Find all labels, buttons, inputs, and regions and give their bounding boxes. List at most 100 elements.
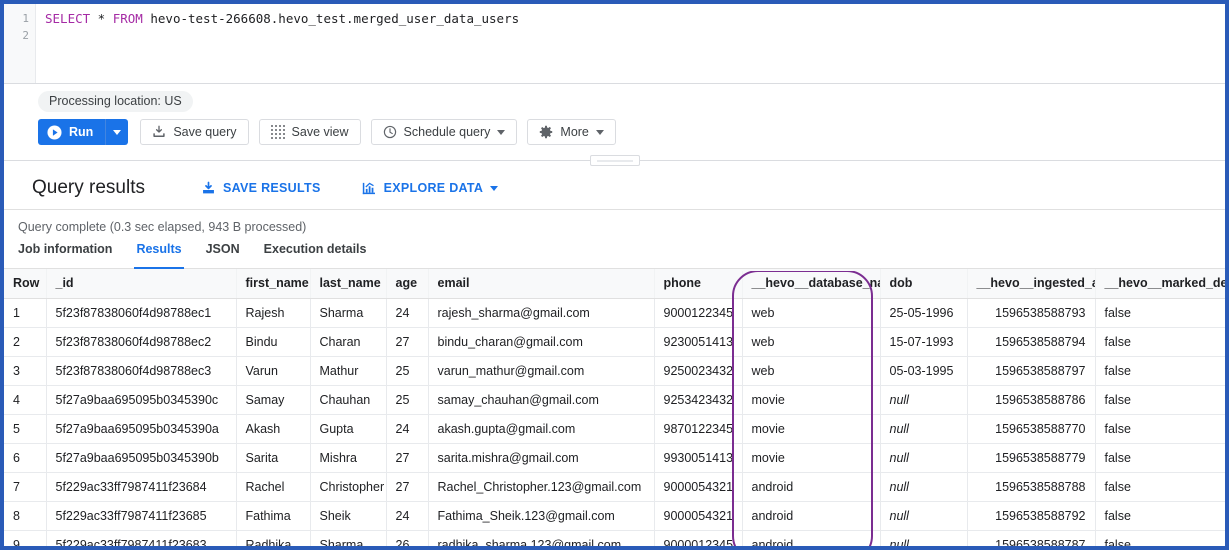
download-icon bbox=[152, 125, 166, 139]
table-row[interactable]: 4 5f27a9baa695095b0345390c Samay Chauhan 25 s… bbox=[4, 385, 1225, 415]
cell-dob: null bbox=[880, 385, 968, 415]
page-title: Query results bbox=[32, 177, 145, 198]
run-button-group: Run bbox=[38, 119, 129, 145]
more-button[interactable]: More bbox=[527, 119, 616, 145]
cell-phone: 9000054321 bbox=[654, 501, 743, 531]
toolbar-button-row: Run Save query Save view Schedule query … bbox=[38, 119, 1225, 145]
run-dropdown-button[interactable] bbox=[105, 119, 129, 145]
sql-query-text[interactable]: SELECT * FROM hevo-test-266608.hevo_test… bbox=[36, 4, 1225, 83]
cell-age: 24 bbox=[386, 414, 429, 444]
cell-email: akash.gupta@gmail.com bbox=[428, 414, 655, 444]
column-header-age[interactable]: age bbox=[386, 269, 429, 299]
cell-email: radhika_sharma.123@gmail.com bbox=[428, 530, 655, 546]
cell-age: 27 bbox=[386, 472, 429, 502]
cell-dob: 05-03-1995 bbox=[880, 356, 968, 386]
column-header-hevo-ingested-at[interactable]: __hevo__ingested_at bbox=[967, 269, 1096, 299]
column-header-dob[interactable]: dob bbox=[880, 269, 968, 299]
cell-phone: 9253423432 bbox=[654, 385, 743, 415]
cell-hevo-ingested-at: 1596538588788 bbox=[967, 472, 1096, 502]
cell-email: bindu_charan@gmail.com bbox=[428, 327, 655, 357]
cell-email: varun_mathur@gmail.com bbox=[428, 356, 655, 386]
cell-age: 26 bbox=[386, 530, 429, 546]
table-row[interactable]: 6 5f27a9baa695095b0345390b Sarita Mishra 27 s… bbox=[4, 443, 1225, 473]
save-query-label: Save query bbox=[173, 125, 237, 139]
cell-email: samay_chauhan@gmail.com bbox=[428, 385, 655, 415]
chevron-down-icon bbox=[490, 185, 499, 191]
column-header-id[interactable]: _id bbox=[46, 269, 237, 299]
tab-results[interactable]: Results bbox=[134, 242, 184, 269]
cell-first-name: Rachel bbox=[236, 472, 311, 502]
results-table: Row _id first_name last_name age email p… bbox=[4, 269, 1225, 546]
save-view-button[interactable]: Save view bbox=[258, 119, 361, 145]
cell-hevo-marked-deleted: false bbox=[1095, 356, 1225, 386]
cell-age: 24 bbox=[386, 501, 429, 531]
cell-hevo-database-name: android bbox=[742, 472, 881, 502]
cell-dob: 15-07-1993 bbox=[880, 327, 968, 357]
explore-data-button[interactable]: EXPLORE DATA bbox=[361, 181, 499, 196]
dot-grid-icon bbox=[270, 125, 285, 139]
cell-phone: 9000012345 bbox=[654, 530, 743, 546]
cell-hevo-marked-deleted: false bbox=[1095, 385, 1225, 415]
table-row[interactable]: 8 5f229ac33ff7987411f23685 Fathima Sheik 24 F… bbox=[4, 501, 1225, 531]
cell-hevo-database-name: web bbox=[742, 356, 881, 386]
schedule-query-button[interactable]: Schedule query bbox=[370, 119, 518, 145]
column-header-last-name[interactable]: last_name bbox=[310, 269, 387, 299]
tab-json[interactable]: JSON bbox=[206, 242, 240, 268]
sql-editor[interactable]: 1 2 SELECT * FROM hevo-test-266608.hevo_… bbox=[4, 4, 1225, 84]
table-row[interactable]: 1 5f23f87838060f4d98788ec1 Rajesh Sharma 24 r… bbox=[4, 298, 1225, 328]
cell-hevo-ingested-at: 1596538588797 bbox=[967, 356, 1096, 386]
cell-first-name: Sarita bbox=[236, 443, 311, 473]
gear-icon bbox=[539, 125, 553, 139]
cell-first-name: Varun bbox=[236, 356, 311, 386]
save-query-button[interactable]: Save query bbox=[140, 119, 249, 145]
cell-phone: 9930051413 bbox=[654, 443, 743, 473]
explore-data-label: EXPLORE DATA bbox=[383, 181, 484, 195]
column-header-first-name[interactable]: first_name bbox=[236, 269, 311, 299]
cell-hevo-marked-deleted: false bbox=[1095, 443, 1225, 473]
processing-location-chip: Processing location: US bbox=[38, 91, 193, 112]
table-row[interactable]: 9 5f229ac33ff7987411f23683 Radhika Sharma 26… bbox=[4, 530, 1225, 546]
results-table-container[interactable]: Row _id first_name last_name age email p… bbox=[4, 269, 1225, 546]
cell-first-name: Rajesh bbox=[236, 298, 311, 328]
results-header: Query results SAVE RESULTS EXPLORE DATA bbox=[4, 167, 1225, 210]
results-table-body: 1 5f23f87838060f4d98788ec1 Rajesh Sharma 24 r… bbox=[4, 298, 1225, 546]
table-row[interactable]: 3 5f23f87838060f4d98788ec3 Varun Mathur 25 va… bbox=[4, 356, 1225, 386]
splitter-drag-handle[interactable] bbox=[589, 155, 640, 166]
cell-hevo-ingested-at: 1596538588794 bbox=[967, 327, 1096, 357]
cell-email: sarita.mishra@gmail.com bbox=[428, 443, 655, 473]
cell-first-name: Akash bbox=[236, 414, 311, 444]
table-row[interactable]: 2 5f23f87838060f4d98788ec2 Bindu Charan 27 bi… bbox=[4, 327, 1225, 357]
cell-hevo-database-name: web bbox=[742, 327, 881, 357]
cell-hevo-marked-deleted: false bbox=[1095, 414, 1225, 444]
cell-first-name: Bindu bbox=[236, 327, 311, 357]
cell-hevo-database-name: web bbox=[742, 298, 881, 328]
cell-last-name: Chauhan bbox=[310, 385, 387, 415]
save-view-label: Save view bbox=[291, 125, 349, 139]
cell-last-name: Charan bbox=[310, 327, 387, 357]
column-header-row[interactable]: Row bbox=[4, 269, 47, 299]
sql-table-reference: hevo-test-266608.hevo_test.merged_user_d… bbox=[142, 11, 520, 26]
table-row[interactable]: 5 5f27a9baa695095b0345390a Akash Gupta 24 aka… bbox=[4, 414, 1225, 444]
tab-job-information[interactable]: Job information bbox=[18, 242, 112, 268]
cell-first-name: Radhika bbox=[236, 530, 311, 546]
cell-row-number: 2 bbox=[4, 327, 47, 357]
table-row[interactable]: 7 5f229ac33ff7987411f23684 Rachel Christoph… bbox=[4, 472, 1225, 502]
column-header-email[interactable]: email bbox=[428, 269, 655, 299]
cell-id: 5f27a9baa695095b0345390c bbox=[46, 385, 237, 415]
cell-phone: 9250023432 bbox=[654, 356, 743, 386]
panel-splitter[interactable] bbox=[4, 154, 1225, 167]
column-header-hevo-database-name[interactable]: __hevo__database_name bbox=[742, 269, 881, 299]
cell-id: 5f229ac33ff7987411f23685 bbox=[46, 501, 237, 531]
run-button[interactable]: Run bbox=[38, 119, 106, 145]
column-header-hevo-marked-deleted[interactable]: __hevo__marked_deleted bbox=[1095, 269, 1225, 299]
save-results-button[interactable]: SAVE RESULTS bbox=[201, 181, 321, 196]
more-label: More bbox=[560, 125, 589, 139]
cell-row-number: 7 bbox=[4, 472, 47, 502]
cell-dob: null bbox=[880, 472, 968, 502]
cell-hevo-marked-deleted: false bbox=[1095, 472, 1225, 502]
highlight-annotation-mask bbox=[730, 269, 875, 271]
schedule-query-label: Schedule query bbox=[403, 125, 491, 139]
chevron-down-icon bbox=[497, 129, 506, 135]
column-header-phone[interactable]: phone bbox=[654, 269, 743, 299]
tab-execution-details[interactable]: Execution details bbox=[264, 242, 367, 268]
